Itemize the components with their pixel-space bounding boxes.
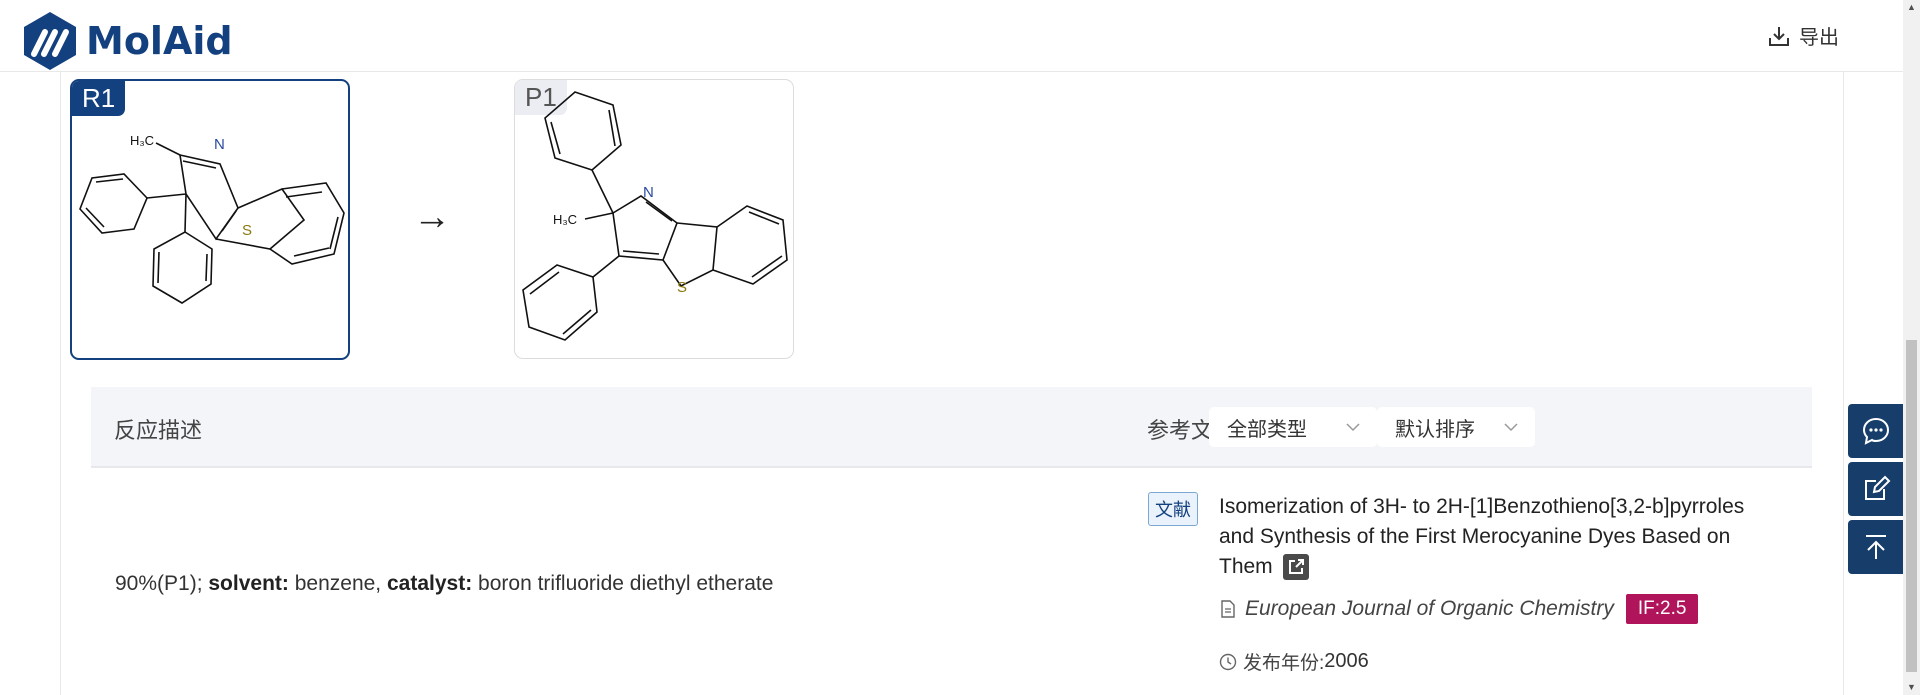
chevron-down-icon	[1346, 423, 1360, 432]
sort-dropdown[interactable]: 默认排序	[1377, 407, 1535, 447]
impact-factor-badge: IF:2.5	[1625, 594, 1699, 624]
external-link-icon[interactable]	[1282, 554, 1309, 581]
logo[interactable]: MolAid	[22, 10, 233, 72]
reactant-card[interactable]: R1 H₃C N S	[70, 79, 350, 360]
back-to-top-icon	[1866, 535, 1886, 559]
catalyst-label: catalyst:	[386, 572, 473, 595]
logo-icon	[24, 12, 76, 70]
product-card[interactable]: P1 H₃C N S	[514, 79, 794, 359]
logo-text: MolAid	[86, 19, 233, 63]
svg-text:H₃C: H₃C	[553, 212, 577, 227]
sort-value: 默认排序	[1395, 418, 1475, 441]
journal-name: European Journal of Organic Chemistry	[1245, 597, 1614, 620]
edit-icon	[1865, 475, 1891, 500]
journal-row: European Journal of Organic Chemistry IF…	[1219, 594, 1699, 624]
reference-title[interactable]: Isomerization of 3H- to 2H-[1]Benzothien…	[1219, 492, 1779, 582]
type-filter-dropdown[interactable]: 全部类型	[1209, 407, 1377, 447]
top-header: MolAid 导出	[0, 0, 1920, 72]
svg-text:N: N	[214, 136, 225, 153]
reactant-structure: H₃C N S	[79, 133, 345, 304]
year-value: 2006	[1324, 650, 1369, 672]
type-filter-value: 全部类型	[1227, 418, 1307, 441]
scroll-down-arrow[interactable]: ▼	[1907, 682, 1916, 692]
solvent-label: solvent:	[208, 572, 289, 595]
year-label: 发布年份:	[1243, 653, 1325, 674]
download-icon	[1769, 26, 1789, 46]
scroll-up-arrow[interactable]: ▲	[1907, 2, 1916, 12]
scrollbar-thumb[interactable]	[1906, 340, 1917, 672]
chat-button[interactable]	[1848, 404, 1904, 458]
export-button[interactable]: 导出	[1767, 21, 1839, 50]
feedback-button[interactable]	[1848, 462, 1904, 516]
reaction-conditions: 90%(P1); solvent: benzene, catalyst: bor…	[115, 572, 773, 596]
literature-badge: 文献	[1148, 492, 1198, 526]
reaction-description-heading: 反应描述	[114, 418, 203, 443]
vertical-scrollbar[interactable]: ▲ ▼	[1903, 0, 1920, 695]
section-header-bar: 反应描述 参考文献	[91, 387, 1812, 468]
product-structure: H₃C N S	[522, 91, 788, 341]
catalyst-value: boron trifluoride diethyl etherate	[472, 572, 774, 595]
clock-icon	[1219, 653, 1237, 670]
chevron-down-icon	[1504, 423, 1518, 432]
export-label: 导出	[1799, 27, 1839, 49]
reaction-arrow: →	[413, 196, 451, 238]
back-to-top-button[interactable]	[1848, 520, 1904, 574]
solvent-value: benzene,	[288, 572, 387, 595]
svg-text:S: S	[677, 279, 687, 296]
svg-text:S: S	[242, 222, 252, 239]
svg-text:H₃C: H₃C	[130, 133, 154, 148]
document-icon	[1221, 600, 1235, 618]
yield-text: 90%(P1);	[115, 572, 209, 595]
publication-year-row: 发布年份: 2006	[1219, 648, 1369, 675]
svg-text:N: N	[643, 184, 654, 201]
chat-icon	[1862, 417, 1890, 445]
